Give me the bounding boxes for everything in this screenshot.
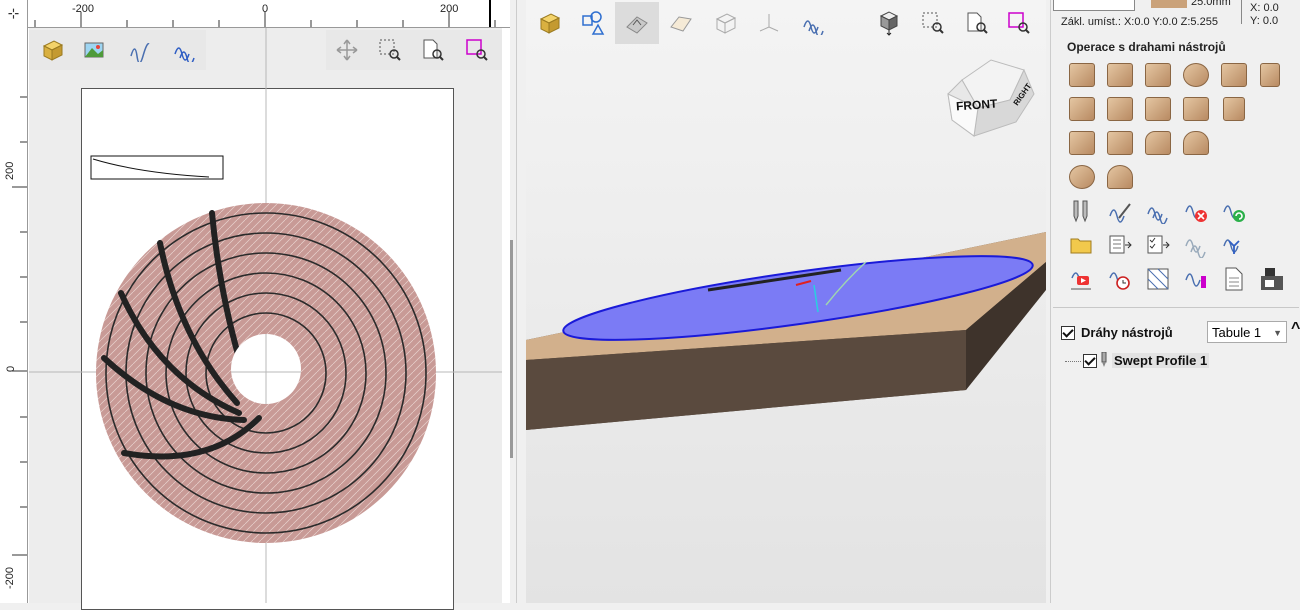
profile-op-icon[interactable] xyxy=(1067,60,1097,90)
report-icon[interactable] xyxy=(1219,264,1249,294)
zoom-box-icon[interactable] xyxy=(918,8,948,38)
thickness-value: 25.0mm xyxy=(1191,0,1231,8)
time-estimate-icon[interactable] xyxy=(1105,264,1135,294)
toolpath-sheet-icon[interactable] xyxy=(1181,264,1211,294)
2d-scrollbar[interactable] xyxy=(510,240,513,458)
toolpath-blue-icon[interactable] xyxy=(169,35,199,65)
sheet-select[interactable]: Tabule 1 ▼ xyxy=(1207,321,1287,343)
2d-toolbar-left xyxy=(29,30,206,70)
divider xyxy=(1241,0,1242,24)
quick-engrave-icon[interactable] xyxy=(1181,60,1211,90)
view-cube[interactable]: FRONT RIGHT xyxy=(946,58,1036,138)
material-preview xyxy=(1053,0,1135,11)
toolpaths-header: Dráhy nástrojů Tabule 1 ▼ ^ xyxy=(1059,320,1300,346)
toolpath-panel: 25.0mm X: 0.0 Y: 0.0 Zákl. umíst.: X:0.0… xyxy=(1050,0,1300,603)
ruler-corner-button[interactable]: ⊹ xyxy=(0,0,28,28)
finishing-op-icon[interactable] xyxy=(1105,128,1135,158)
save-toolpath-icon[interactable] xyxy=(1257,264,1287,294)
drilling-op-icon[interactable] xyxy=(1143,60,1173,90)
ruler-label: -200 xyxy=(72,3,95,15)
toolpaths-checkbox[interactable] xyxy=(1061,326,1075,340)
prism-op-icon[interactable] xyxy=(1143,94,1173,124)
material-box-icon[interactable] xyxy=(37,35,67,65)
view-cube-icon[interactable] xyxy=(874,8,904,38)
3d-view-pane[interactable]: FRONT RIGHT xyxy=(526,0,1046,603)
2d-view-pane[interactable]: -200 0 200 ⊹ 200 0 -200 xyxy=(0,0,510,610)
shapes-icon[interactable] xyxy=(578,8,608,38)
template-list-icon[interactable] xyxy=(1105,230,1135,260)
ruler-label: 200 xyxy=(440,3,459,15)
merge-toolpath-icon[interactable] xyxy=(1181,230,1211,260)
axes-icon[interactable] xyxy=(754,8,784,38)
pocket-op-icon[interactable] xyxy=(1105,60,1135,90)
collapse-chevron-icon[interactable]: ^ xyxy=(1291,320,1300,338)
inlay-op-icon[interactable] xyxy=(1255,60,1285,90)
tool-bit-icon xyxy=(1100,351,1108,371)
zoom-selection-icon[interactable] xyxy=(1004,8,1034,38)
3d-dome-op-icon[interactable] xyxy=(1105,162,1135,192)
roughing-op-icon[interactable] xyxy=(1067,128,1097,158)
plane-icon[interactable] xyxy=(666,8,696,38)
vertical-ruler: 200 0 -200 xyxy=(0,27,28,603)
ruler-label: 0 xyxy=(262,3,269,15)
ruler-label: 0 xyxy=(5,365,17,372)
profile-3d-icon[interactable] xyxy=(1143,128,1173,158)
vcarve-inlay-icon[interactable] xyxy=(1219,94,1249,124)
panel-divider xyxy=(1053,307,1299,308)
pan-icon[interactable] xyxy=(332,35,362,65)
toolpaths-label: Dráhy nástrojů xyxy=(1081,325,1173,340)
toolpath-icon[interactable] xyxy=(124,35,154,65)
ruler-label: -200 xyxy=(4,566,16,589)
project-op-icon[interactable] xyxy=(1181,128,1211,158)
y-value: Y: 0.0 xyxy=(1250,15,1279,27)
recalculate-icon[interactable] xyxy=(1219,196,1249,226)
zoom-out-icon[interactable] xyxy=(418,35,448,65)
checklist-icon[interactable] xyxy=(1143,230,1173,260)
nesting-icon[interactable] xyxy=(1143,264,1173,294)
moulding-op-icon[interactable] xyxy=(1181,94,1211,124)
thickness-swatch xyxy=(1151,0,1187,8)
open-folder-icon[interactable] xyxy=(1067,230,1097,260)
chevron-down-icon: ▼ xyxy=(1273,328,1282,338)
horizontal-ruler: -200 0 200 xyxy=(0,0,510,28)
3d-toolbar xyxy=(526,0,1046,46)
toolpath-icon[interactable] xyxy=(798,8,828,38)
x-value: X: 0.0 xyxy=(1250,2,1279,14)
tools-icon[interactable] xyxy=(1067,196,1097,226)
toolpath-branch-icon[interactable] xyxy=(1219,230,1249,260)
3d-stack-op-icon[interactable] xyxy=(1067,162,1097,192)
wireframe-icon[interactable] xyxy=(710,8,740,38)
view-cube-front[interactable]: FRONT xyxy=(956,97,998,114)
fluting-op-icon[interactable] xyxy=(1105,94,1135,124)
zoom-selection-icon[interactable] xyxy=(462,35,492,65)
sheet-select-value: Tabule 1 xyxy=(1212,325,1262,340)
toolpath-tree-item[interactable]: Swept Profile 1 xyxy=(1065,351,1285,371)
operations-title: Operace s drahami nástrojů xyxy=(1067,40,1226,54)
material-box-icon[interactable] xyxy=(534,8,564,38)
origin-info: Zákl. umíst.: X:0.0 Y:0.0 Z:5.255 xyxy=(1061,16,1218,28)
zoom-out-icon[interactable] xyxy=(962,8,992,38)
render-icon[interactable] xyxy=(622,8,652,38)
texture-op-icon[interactable] xyxy=(1219,60,1249,90)
design-drawing xyxy=(29,28,502,603)
render-button[interactable] xyxy=(615,2,659,44)
ruler-label: 200 xyxy=(4,161,16,180)
preview-video-icon[interactable] xyxy=(1067,264,1097,294)
toolpath-blue-icon[interactable] xyxy=(1143,196,1173,226)
2d-canvas[interactable] xyxy=(29,28,502,610)
bitmap-icon[interactable] xyxy=(79,35,109,65)
vcarve-op-icon[interactable] xyxy=(1067,94,1097,124)
toolpath-checkbox[interactable] xyxy=(1083,354,1097,368)
zoom-box-icon[interactable] xyxy=(375,35,405,65)
profile-vector xyxy=(90,155,224,180)
toolpath-disc xyxy=(96,203,436,543)
delete-toolpath-icon[interactable] xyxy=(1181,196,1211,226)
edit-toolpath-icon[interactable] xyxy=(1105,196,1135,226)
toolpath-name: Swept Profile 1 xyxy=(1112,353,1210,368)
2d-toolbar-right xyxy=(326,30,502,70)
